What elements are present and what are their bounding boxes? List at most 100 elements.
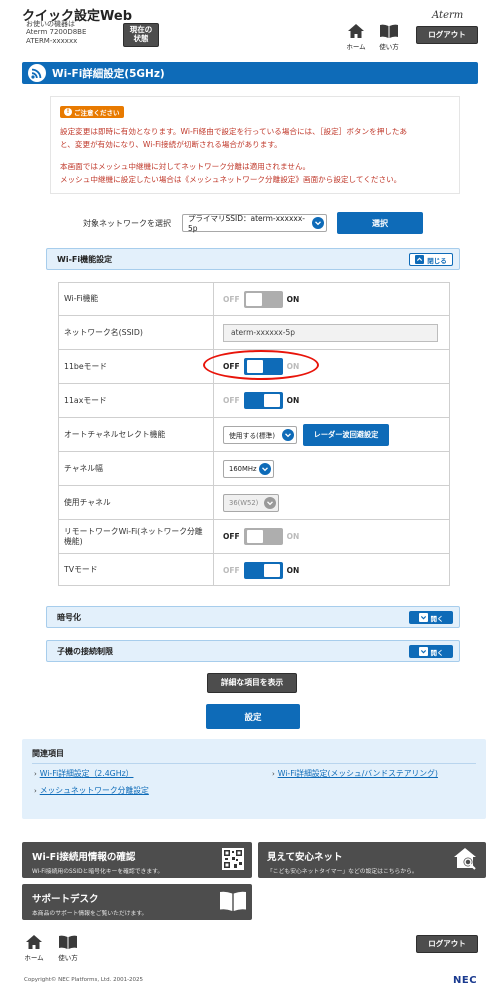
home-label: ホーム [24,954,44,962]
card-title: 見えて安心ネット [267,852,343,863]
settings-table: Wi-Fi機能 OFF ON ネットワーク名(SSID) aterm-xxxxx… [58,282,450,586]
channel-value: 36(W52) [229,498,259,507]
related-link-mesh-isolation[interactable]: › メッシュネットワーク分離設定 [34,785,149,796]
toggle-off-label: OFF [223,565,240,575]
encryption-section-header: 暗号化 開く [46,606,460,628]
ssid-field[interactable]: aterm-xxxxxx-5p [223,323,438,342]
home-button[interactable]: ホーム [346,24,366,51]
exclamation-icon: ! [64,108,72,116]
wifi-info-card[interactable]: Wi-Fi接続用情報の確認 Wi-Fi接続用のSSIDと暗号化キーを確認できます… [22,842,252,878]
collapse-label: 閉じる [427,256,447,265]
toggle-off-label: OFF [223,532,240,541]
notice-box: ! ご注意ください 設定変更は即時に有効となります。Wi-Fi経由で設定を行って… [50,96,460,194]
table-row: チャネル幅 160MHz [59,451,450,485]
footer-manual-button[interactable]: 使い方 [57,935,79,962]
qr-code-icon [222,848,244,870]
remote-work-toggle[interactable]: OFF ON [223,528,299,545]
card-subtitle: 本商品のサポート情報をご覧いただけます。 [32,911,148,917]
highlight-ring [203,350,319,380]
toggle-on-label: ON [286,396,300,405]
chevron-down-icon [282,428,294,441]
toggle-on-label: ON [286,532,300,541]
channel-width-select[interactable]: 160MHz [223,459,274,478]
copyright: Copyright© NEC Platforms, Ltd. 2001-2025 [24,977,144,983]
table-row: リモートワークWi-Fi(ネットワーク分離 機能) OFF ON [59,519,450,553]
apply-button[interactable]: 設定 [206,704,300,729]
11ax-mode-toggle[interactable]: OFF ON [223,392,299,409]
aterm-logo: Aterm [432,10,464,21]
manual-label: 使い方 [379,43,399,51]
table-row: Wi-Fi機能 OFF ON [59,283,450,315]
row-label: TVモード [59,554,214,586]
row-label: 使用チャネル [59,486,214,519]
notice-line: 本画面ではメッシュ中継機に対してネットワーク分離は適用されません。 [60,162,311,171]
auto-channel-value: 使用する(標準) [229,431,276,440]
expand-label: 開く [430,614,444,623]
select-network-button[interactable]: 選択 [337,212,423,234]
table-row: TVモード OFF ON [59,553,450,586]
chevron-down-icon [418,613,428,622]
safe-net-card[interactable]: 見えて安心ネット 「こども安心ネットタイマー」などの設定はこちらから。 [258,842,486,878]
section-title: Wi-Fi機能設定 [57,254,113,264]
home-icon [26,935,42,949]
home-icon [348,24,364,38]
row-label-line: リモートワークWi-Fi(ネットワーク分離 [64,526,203,536]
device-model: Aterm 7200D8BE [26,28,87,36]
nec-logo: NEC [453,975,478,986]
toggle-on-label: ON [286,294,300,304]
row-label: Wi-Fi機能 [59,283,214,315]
row-label: 11beモード [59,350,214,383]
footer-logout-button[interactable]: ログアウト [416,935,478,953]
page-title: Wi-Fi詳細設定(5GHz) [52,67,165,80]
section-title: 子機の接続制限 [57,646,113,656]
expand-button[interactable]: 開く [409,611,453,624]
expand-button[interactable]: 開く [409,645,453,658]
row-label-line: 機能) [64,536,83,546]
related-link-mesh[interactable]: › Wi-Fi詳細設定(メッシュ/バンドステアリング) [272,768,438,779]
table-row: オートチャネルセレクト機能 使用する(標準) レーダー波回避設定 [59,417,450,451]
row-label: チャネル幅 [59,452,214,485]
chevron-down-icon [259,462,271,475]
home-label: ホーム [346,43,366,51]
support-desk-card[interactable]: サポートデスク 本商品のサポート情報をご覧いただけます。 [22,884,252,920]
row-label: 11axモード [59,384,214,417]
current-status-button[interactable]: 現在の 状態 [123,23,159,47]
card-subtitle: Wi-Fi接続用のSSIDと暗号化キーを確認できます。 [32,869,164,875]
table-row: 使用チャネル 36(W52) [59,485,450,519]
page-title-bar: Wi-Fi詳細設定(5GHz) [22,62,478,84]
book-icon [220,891,246,911]
notice-badge: ! ご注意ください [60,106,124,118]
network-select-label: 対象ネットワークを選択 [83,219,171,228]
network-select-value: プライマリSSID：aterm-xxxxxx-5p [188,214,305,233]
row-label: オートチャネルセレクト機能 [59,418,214,451]
related-link-24ghz[interactable]: › Wi-Fi詳細設定（2.4GHz） [34,768,133,779]
logout-button[interactable]: ログアウト [416,26,478,44]
radar-avoid-settings-button[interactable]: レーダー波回避設定 [303,423,389,446]
chevron-down-icon [312,217,324,229]
chevron-down-icon [264,496,276,509]
manual-button[interactable]: 使い方 [378,24,400,51]
network-select[interactable]: プライマリSSID：aterm-xxxxxx-5p [182,214,327,233]
notice-line: 設定変更は即時に有効となります。Wi-Fi経由で設定を行っている場合には、［設定… [60,127,408,136]
tv-mode-toggle[interactable]: OFF ON [223,561,299,579]
card-title: Wi-Fi接続用情報の確認 [32,852,136,863]
related-panel: 関連項目 › Wi-Fi詳細設定（2.4GHz） › Wi-Fi詳細設定(メッシ… [22,739,486,819]
wifi-function-toggle[interactable]: OFF ON [223,290,300,308]
chevron-up-icon [415,255,425,264]
channel-width-value: 160MHz [229,464,257,473]
collapse-button[interactable]: 閉じる [409,253,453,266]
table-row: 11axモード OFF ON [59,383,450,417]
card-title: サポートデスク [32,894,99,905]
notice-line: と、変更が有効になり、Wi-Fi接続が切断される場合があります。 [60,140,282,149]
device-name: ATERM-xxxxxx [26,37,78,45]
card-subtitle: 「こども安心ネットタイマー」などの設定はこちらから。 [267,869,418,875]
footer-home-button[interactable]: ホーム [24,935,44,962]
book-icon [380,24,398,38]
show-detail-button[interactable]: 詳細な項目を表示 [207,673,297,693]
auto-channel-select[interactable]: 使用する(標準) [223,425,297,444]
channel-select: 36(W52) [223,493,279,512]
book-icon [59,935,77,949]
expand-label: 開く [430,648,444,657]
manual-label: 使い方 [58,954,78,962]
chevron-down-icon [418,647,428,656]
